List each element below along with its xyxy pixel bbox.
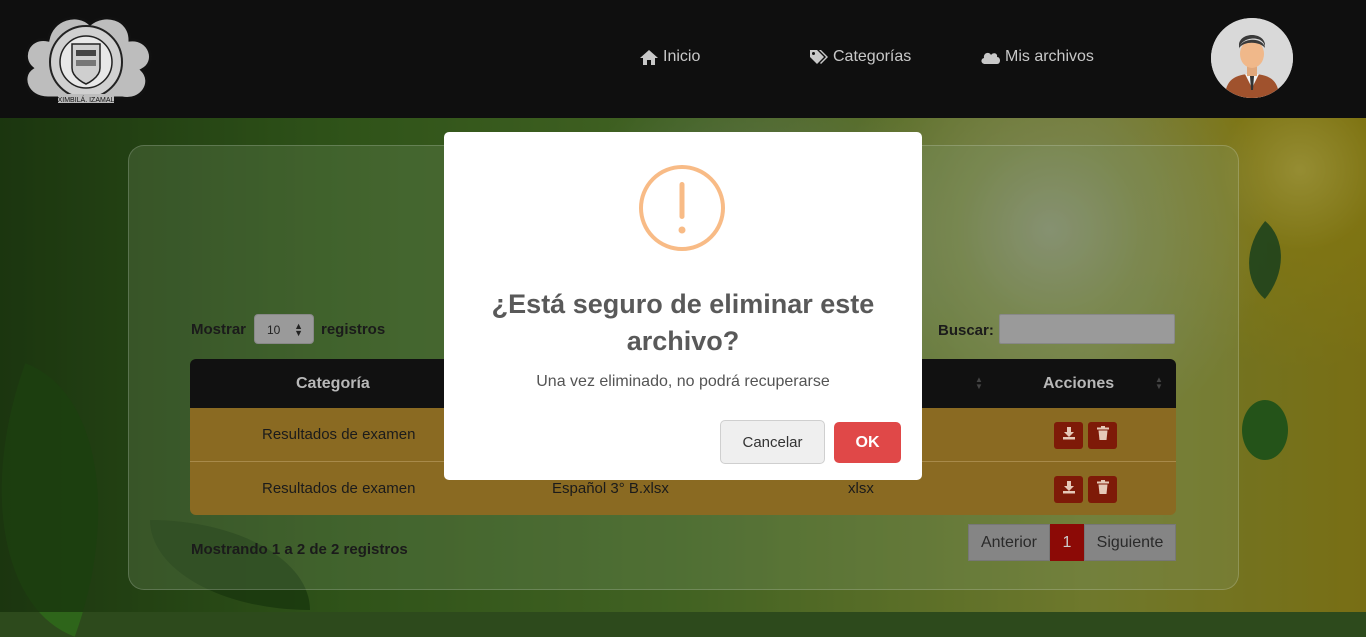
show-entries-prefix: Mostrar — [191, 321, 247, 338]
nav-home[interactable]: Inicio — [639, 48, 700, 66]
sort-icon[interactable]: ▲ ▼ — [975, 376, 983, 391]
cell-file-type: xlsx — [848, 480, 874, 497]
user-avatar[interactable] — [1211, 18, 1293, 98]
pagination-next[interactable]: Siguiente — [1084, 524, 1176, 561]
nav-categories-label: Categorías — [833, 48, 912, 65]
tags-icon — [809, 49, 829, 66]
show-entries-suffix: registros — [321, 321, 386, 338]
page-size-select[interactable]: 10 ▲ ▼ — [254, 314, 314, 344]
sort-icon[interactable]: ▲ ▼ — [1155, 376, 1163, 391]
ok-button[interactable]: OK — [834, 422, 901, 463]
header-actions[interactable]: Acciones — [1043, 375, 1114, 393]
home-icon — [639, 49, 659, 66]
search-label: Buscar: — [938, 322, 994, 339]
cell-category: Resultados de examen — [262, 480, 416, 497]
cloud-icon — [980, 50, 1001, 65]
download-button[interactable] — [1054, 476, 1083, 503]
delete-button[interactable] — [1088, 422, 1117, 449]
dialog-message: Una vez eliminado, no podrá recuperarse — [536, 373, 830, 390]
cell-file-name: Español 3° B.xlsx — [552, 480, 669, 497]
dialog-title: ¿Está seguro de eliminar este archivo? — [491, 289, 875, 356]
trash-icon — [1096, 426, 1109, 445]
nav-home-label: Inicio — [663, 48, 701, 65]
cancel-button[interactable]: Cancelar — [720, 420, 825, 464]
nav-my-files[interactable]: Mis archivos — [980, 48, 1094, 66]
download-icon — [1062, 480, 1076, 499]
navbar: XIMBILÁ. IZAMAL Inicio Categorías Mis ar… — [0, 0, 1366, 118]
table-info: Mostrando 1 a 2 de 2 registros — [191, 541, 408, 558]
header-category[interactable]: Categoría — [296, 375, 370, 393]
warning-icon — [638, 164, 726, 252]
pagination-page-1[interactable]: 1 — [1050, 524, 1084, 561]
page-size-value: 10 — [267, 323, 281, 337]
svg-text:XIMBILÁ. IZAMAL: XIMBILÁ. IZAMAL — [58, 95, 115, 104]
cell-category: Resultados de examen — [262, 426, 416, 443]
delete-button[interactable] — [1088, 476, 1117, 503]
search-input[interactable] — [999, 314, 1175, 344]
sort-arrows-icon: ▲ ▼ — [294, 321, 303, 338]
confirm-delete-dialog: ¿Está seguro de eliminar este archivo? U… — [444, 132, 922, 480]
download-icon — [1062, 426, 1076, 445]
school-logo[interactable]: XIMBILÁ. IZAMAL — [18, 10, 154, 106]
nav-my-files-label: Mis archivos — [1005, 48, 1094, 65]
pagination-previous[interactable]: Anterior — [968, 524, 1050, 561]
nav-categories[interactable]: Categorías — [809, 48, 911, 66]
trash-icon — [1096, 480, 1109, 499]
download-button[interactable] — [1054, 422, 1083, 449]
